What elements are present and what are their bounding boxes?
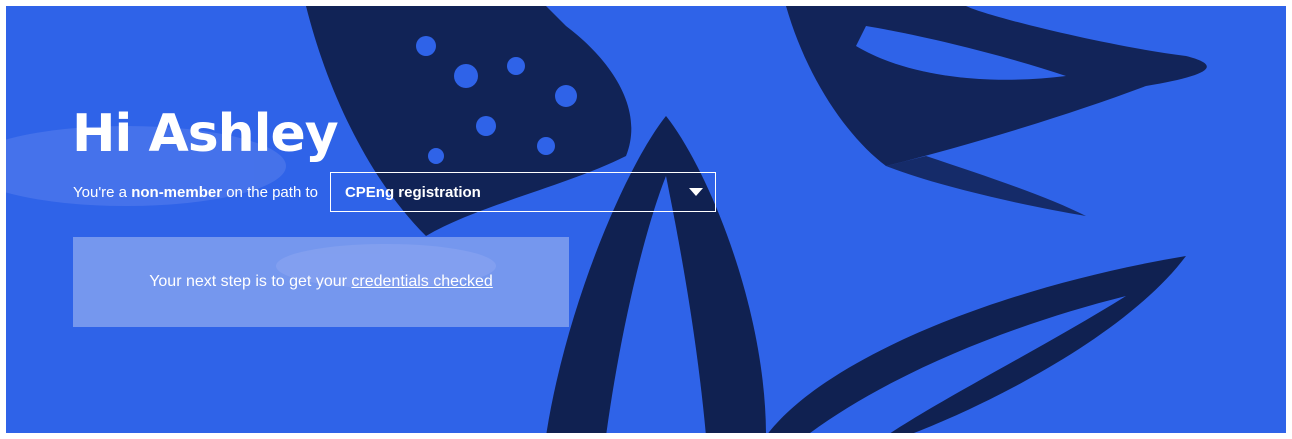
hero-banner: Hi Ashley You're a non-member on the pat… [6, 6, 1286, 433]
next-step-panel: Your next step is to get your credential… [73, 237, 569, 327]
membership-status: non-member [131, 183, 223, 201]
status-suffix: on the path to [226, 183, 318, 201]
credentials-checked-link[interactable]: credentials checked [351, 273, 492, 291]
next-step-text: Your next step is to get your [149, 273, 347, 290]
membership-path-line: You're a non-member on the path to CPEng… [73, 171, 716, 213]
butterfly-background-image [6, 6, 1207, 433]
caret-down-icon [688, 188, 703, 196]
registration-path-select[interactable]: CPEng registration [329, 172, 716, 212]
status-prefix: You're a [73, 183, 128, 201]
greeting-heading: Hi Ashley [72, 104, 339, 164]
registration-path-value: CPEng registration [344, 183, 481, 201]
